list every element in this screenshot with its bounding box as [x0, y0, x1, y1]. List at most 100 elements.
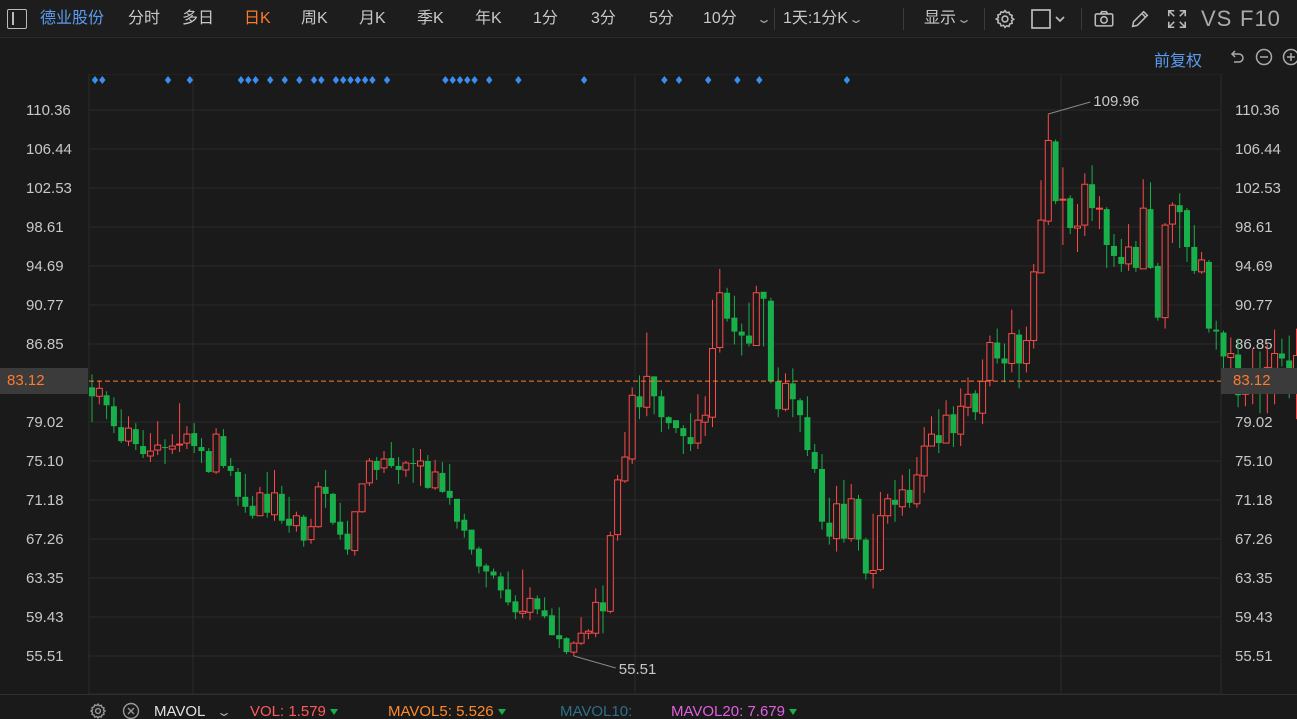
- y-tick-label: 75.10: [1235, 453, 1273, 470]
- event-marker: [347, 76, 354, 84]
- settings-gear-icon[interactable]: [994, 8, 1016, 30]
- tab-quarterly-k[interactable]: 季K: [417, 0, 444, 38]
- candle-body-up: [913, 474, 921, 505]
- candle-body-down: [322, 486, 329, 494]
- candle-body-down: [344, 533, 351, 550]
- tab-5min[interactable]: 5分: [649, 0, 674, 38]
- candle-body-up: [183, 433, 191, 444]
- candle-body-up: [884, 498, 892, 517]
- event-marker: [186, 76, 194, 84]
- candle-body-up: [125, 427, 132, 442]
- panel-toggle-icon[interactable]: [7, 9, 27, 29]
- compare-vs-button[interactable]: VS: [1201, 0, 1232, 38]
- indicator-settings-icon[interactable]: [89, 702, 107, 719]
- tab-monthly-k[interactable]: 月K: [359, 0, 386, 38]
- candle-body-down: [775, 381, 782, 410]
- candle-body-down: [490, 571, 497, 576]
- candle-body-down: [534, 598, 541, 610]
- vol-label: VOL:: [250, 703, 285, 719]
- event-marker: [252, 76, 259, 84]
- pencil-draw-icon[interactable]: [1129, 8, 1151, 30]
- camera-icon[interactable]: [1093, 8, 1115, 30]
- candle-body-up: [168, 445, 176, 450]
- event-markers: [91, 76, 851, 84]
- candle-body-down: [935, 435, 942, 444]
- low-price-label: 55.51: [619, 661, 657, 678]
- event-marker: [164, 76, 172, 84]
- tab-yearly-k[interactable]: 年K: [475, 0, 502, 38]
- candle-body-down: [118, 427, 125, 442]
- candle-body-up: [782, 382, 789, 410]
- candle-body-up: [380, 458, 388, 469]
- candle-body-down: [687, 437, 694, 445]
- candle-body-up: [307, 526, 315, 541]
- chart-subbar: [0, 38, 1297, 74]
- low-price-leader: [573, 655, 616, 669]
- chevron-down-icon: ⌄: [755, 12, 773, 26]
- candle-body-down: [300, 516, 307, 541]
- layout-square-icon[interactable]: [1030, 8, 1070, 30]
- candle-body-down: [950, 414, 957, 434]
- tab-weekly-k[interactable]: 周K: [301, 0, 328, 38]
- candle-body-up: [146, 450, 154, 457]
- zoom-out-icon[interactable]: [1255, 48, 1273, 66]
- y-tick-label: 71.18: [26, 492, 64, 509]
- undo-icon[interactable]: [1228, 48, 1246, 66]
- candlestick-chart[interactable]: 110.36 106.44 102.53 98.61 94.69 90.77 86.85 79…: [0, 74, 1297, 694]
- candle-body-down: [1132, 246, 1139, 268]
- candle-body-down: [1118, 256, 1125, 264]
- candle-body-down: [767, 300, 774, 382]
- candle-body-up: [942, 414, 950, 444]
- tab-intraday[interactable]: 分时: [128, 0, 160, 38]
- indicator-select[interactable]: MAVOL ⌄: [154, 703, 232, 719]
- candle-body-up: [752, 292, 760, 347]
- y-tick-label: 106.44: [1235, 141, 1281, 158]
- tab-3min[interactable]: 3分: [591, 0, 616, 38]
- indicator-close-icon[interactable]: [122, 702, 140, 719]
- candle-body-down: [789, 383, 796, 400]
- candle-body-down: [840, 503, 847, 539]
- tab-10min[interactable]: 10分: [703, 0, 737, 38]
- candles: [89, 113, 1297, 657]
- candle-body-down: [388, 458, 395, 466]
- event-marker: [515, 76, 522, 84]
- display-dropdown[interactable]: 显示⌄: [924, 0, 972, 38]
- candle-body-up: [584, 630, 592, 634]
- y-tick-label: 102.53: [26, 180, 72, 197]
- candle-body-down: [461, 519, 468, 531]
- candle-body-up: [365, 460, 373, 484]
- candle-body-up: [709, 348, 716, 418]
- current-price-tag-right: 83.12: [1221, 368, 1297, 394]
- toolbar-divider: [774, 8, 775, 30]
- tab-1min[interactable]: 1分: [533, 0, 558, 38]
- candle-body-down: [242, 496, 249, 507]
- candle-body-up: [614, 479, 622, 536]
- candle-body-down: [673, 420, 679, 429]
- toolbar-divider: [1081, 8, 1082, 30]
- candle-body-up: [1030, 271, 1038, 342]
- price-adjust-select[interactable]: 前复权: [1154, 47, 1202, 71]
- stock-name[interactable]: 德业股份: [40, 0, 104, 38]
- zoom-in-icon[interactable]: [1282, 48, 1297, 66]
- candle-body-down: [1067, 198, 1074, 229]
- fullscreen-icon[interactable]: [1166, 8, 1188, 30]
- candle-body-down: [731, 317, 738, 332]
- tab-daily-k[interactable]: 日K: [244, 0, 271, 38]
- candle-body-up: [621, 456, 629, 482]
- y-tick-label: 55.51: [26, 648, 64, 665]
- vol-readout: VOL: 1.579: [250, 703, 338, 719]
- candle-body-up: [847, 498, 855, 540]
- candle-body-up: [1198, 259, 1206, 273]
- multi-view-select[interactable]: 1天:1分K⌄: [783, 0, 864, 38]
- y-tick-label: 102.53: [1235, 180, 1281, 197]
- y-tick-label: 90.77: [26, 297, 64, 314]
- more-periods-dropdown[interactable]: ⌄: [755, 0, 773, 38]
- candle-body-down: [1052, 141, 1059, 202]
- candle-body-down: [541, 610, 548, 617]
- event-marker: [237, 76, 245, 84]
- tab-multi-day[interactable]: 多日: [182, 0, 214, 38]
- event-marker: [442, 76, 449, 84]
- candle-body-down: [994, 342, 1001, 359]
- candle-body-down: [505, 589, 512, 603]
- f10-button[interactable]: F10: [1240, 0, 1281, 38]
